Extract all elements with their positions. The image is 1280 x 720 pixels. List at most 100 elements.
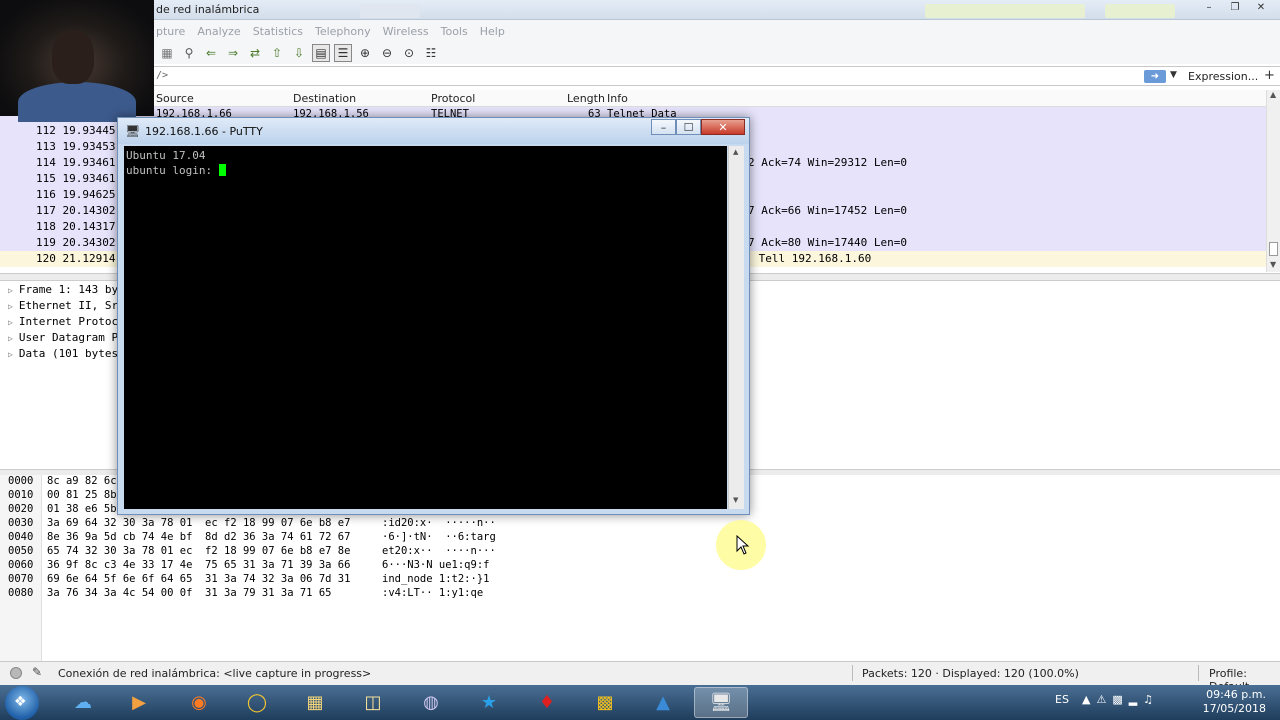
display-filter-input[interactable]: /> <box>156 70 168 81</box>
expand-triangle-icon[interactable]: ▷ <box>8 350 13 359</box>
close-icon[interactable]: ✕ <box>701 119 745 135</box>
scroll-down-icon[interactable]: ▼ <box>1270 260 1276 269</box>
packet-number-time: 119 20.34302 <box>36 236 116 249</box>
scroll-down-icon[interactable]: ▼ <box>733 496 738 504</box>
column-info[interactable]: Info <box>607 92 628 105</box>
title-bar-decoration <box>1105 4 1175 18</box>
go-to-packet-icon[interactable]: ⇄ <box>246 44 264 62</box>
chrome-icon[interactable]: ◯ <box>230 687 284 718</box>
apply-filter-icon[interactable]: ➜ <box>1144 70 1166 83</box>
find-packet-icon[interactable]: ⚲ <box>180 44 198 62</box>
scroll-up-icon[interactable]: ▲ <box>733 148 738 156</box>
minimize-icon[interactable]: – <box>651 119 676 135</box>
filter-history-icon[interactable]: ▼ <box>1170 70 1177 80</box>
system-tray-icons[interactable]: ▲⚠▩▂♫ <box>1082 693 1159 706</box>
expression-button[interactable]: Expression... <box>1188 70 1258 83</box>
expand-triangle-icon[interactable]: ▷ <box>8 334 13 343</box>
autoscroll-icon[interactable]: ▤ <box>312 44 330 62</box>
menu-wireless[interactable]: Wireless <box>383 25 429 38</box>
yellow-app-icon[interactable]: ▩ <box>578 687 632 718</box>
scroll-thumb[interactable] <box>1269 242 1278 256</box>
putty-title-bar[interactable]: 🖥 192.168.1.66 - PuTTY – ☐ ✕ <box>118 118 749 144</box>
webcam-person-head <box>52 30 94 84</box>
main-toolbar: ▦ ⚲ ⇐ ⇒ ⇄ ⇧ ⇩ ▤ ☰ ⊕ ⊖ ⊙ ☷ <box>150 42 1280 64</box>
webcam-overlay <box>0 0 154 122</box>
minimize-icon[interactable]: – <box>1198 1 1220 15</box>
folder-icon[interactable]: ◫ <box>346 687 400 718</box>
clock[interactable]: 09:46 p.m. 17/05/2018 <box>1190 688 1266 716</box>
edit-comment-icon[interactable]: ✎ <box>32 665 42 679</box>
go-forward-icon[interactable]: ⇒ <box>224 44 242 62</box>
expand-triangle-icon[interactable]: ▷ <box>8 286 13 295</box>
putty-window-controls: – ☐ ✕ <box>651 119 745 135</box>
terminal-cursor <box>218 164 226 176</box>
putty-window: 🖥 192.168.1.66 - PuTTY – ☐ ✕ Ubuntu 17.0… <box>117 117 750 515</box>
menu-statistics[interactable]: Statistics <box>253 25 303 38</box>
packet-info: 7 Ack=80 Win=17440 Len=0 <box>748 236 907 249</box>
packet-number-time: 113 19.93453 <box>36 140 116 153</box>
go-back-icon[interactable]: ⇐ <box>202 44 220 62</box>
file-explorer-icon[interactable]: ▦ <box>288 687 342 718</box>
window-title: de red inalámbrica <box>156 3 260 16</box>
firefox-icon[interactable]: ◉ <box>172 687 226 718</box>
webcam-person-body <box>18 82 136 122</box>
menu-analyze[interactable]: Analyze <box>197 25 240 38</box>
maximize-icon[interactable]: ☐ <box>676 119 701 135</box>
resize-columns-icon[interactable]: ☷ <box>422 44 440 62</box>
first-packet-icon[interactable]: ⇧ <box>268 44 286 62</box>
menu-capture[interactable]: pture <box>156 25 185 38</box>
wireshark-title-bar: de red inalámbrica – ❐ ✕ <box>0 0 1280 20</box>
expand-triangle-icon[interactable]: ▷ <box>8 302 13 311</box>
add-filter-icon[interactable]: + <box>1264 68 1275 83</box>
packet-number-time: 115 19.93461 <box>36 172 116 185</box>
packet-number-time: 112 19.93445 <box>36 124 116 137</box>
expand-triangle-icon[interactable]: ▷ <box>8 318 13 327</box>
menu-help[interactable]: Help <box>480 25 505 38</box>
zoom-in-icon[interactable]: ⊕ <box>356 44 374 62</box>
packet-list-scrollbar[interactable]: ▲ ▼ <box>1266 90 1280 272</box>
tree-item-ethernet[interactable]: ▷ Ethernet II, Sr <box>8 299 118 315</box>
start-button[interactable]: ❖ <box>5 686 39 720</box>
packet-info: 2 Ack=74 Win=29312 Len=0 <box>748 156 907 169</box>
packet-number-time: 120 21.12914 <box>36 252 116 265</box>
capture-status-icon[interactable] <box>10 667 22 679</box>
zoom-reset-icon[interactable]: ⊙ <box>400 44 418 62</box>
windows-logo-icon: ❖ <box>14 694 27 710</box>
column-destination[interactable]: Destination <box>293 92 356 105</box>
close-icon[interactable]: ✕ <box>1250 1 1272 15</box>
tree-item-udp[interactable]: ▷ User Datagram P <box>8 331 118 347</box>
scroll-up-icon[interactable]: ▲ <box>1270 90 1276 99</box>
wireshark-icon[interactable]: ▲ <box>636 687 690 718</box>
packet-info: 7 Ack=66 Win=17452 Len=0 <box>748 204 907 217</box>
terminal-prompt-line: ubuntu login: <box>126 164 226 177</box>
packet-info: Tell 192.168.1.60 <box>752 252 872 265</box>
clock-date: 17/05/2018 <box>1202 702 1266 715</box>
internet-explorer-icon[interactable]: ☁ <box>56 687 110 718</box>
skype-icon[interactable]: ★ <box>462 687 516 718</box>
title-bar-decoration <box>360 4 420 18</box>
tree-item-frame[interactable]: ▷ Frame 1: 143 by <box>8 283 118 299</box>
restore-icon[interactable]: ❐ <box>1224 1 1246 15</box>
language-indicator[interactable]: ES <box>1055 693 1069 706</box>
terminal-scrollbar[interactable]: ▲ ▼ <box>728 146 744 509</box>
status-divider <box>852 665 853 681</box>
putty-taskbar-icon[interactable]: 🖥 <box>694 687 748 718</box>
column-protocol[interactable]: Protocol <box>431 92 475 105</box>
menu-tools[interactable]: Tools <box>441 25 468 38</box>
menu-telephony[interactable]: Telephony <box>315 25 371 38</box>
terminal-screen[interactable]: Ubuntu 17.04 ubuntu login: <box>124 146 727 509</box>
column-source[interactable]: Source <box>156 92 194 105</box>
tree-item-data[interactable]: ▷ Data (101 bytes <box>8 347 118 363</box>
media-player-icon[interactable]: ▶ <box>112 687 166 718</box>
capture-status-text: Conexión de red inalámbrica: <live captu… <box>58 667 372 680</box>
last-packet-icon[interactable]: ⇩ <box>290 44 308 62</box>
tree-item-ip[interactable]: ▷ Internet Protoc <box>8 315 118 331</box>
acrobat-icon[interactable]: ♦ <box>520 687 574 718</box>
zoom-out-icon[interactable]: ⊖ <box>378 44 396 62</box>
cortana-icon[interactable]: ◍ <box>404 687 458 718</box>
taskbar: ❖ ☁ ▶ ◉ ◯ ▦ ◫ ◍ ★ ♦ ▩ ▲ 🖥 ES ▲⚠▩▂♫ 09:46… <box>0 685 1280 720</box>
close-file-icon[interactable]: ▦ <box>158 44 176 62</box>
mouse-pointer-icon <box>736 535 750 555</box>
column-length[interactable]: Length <box>567 92 605 105</box>
colorize-icon[interactable]: ☰ <box>334 44 352 62</box>
